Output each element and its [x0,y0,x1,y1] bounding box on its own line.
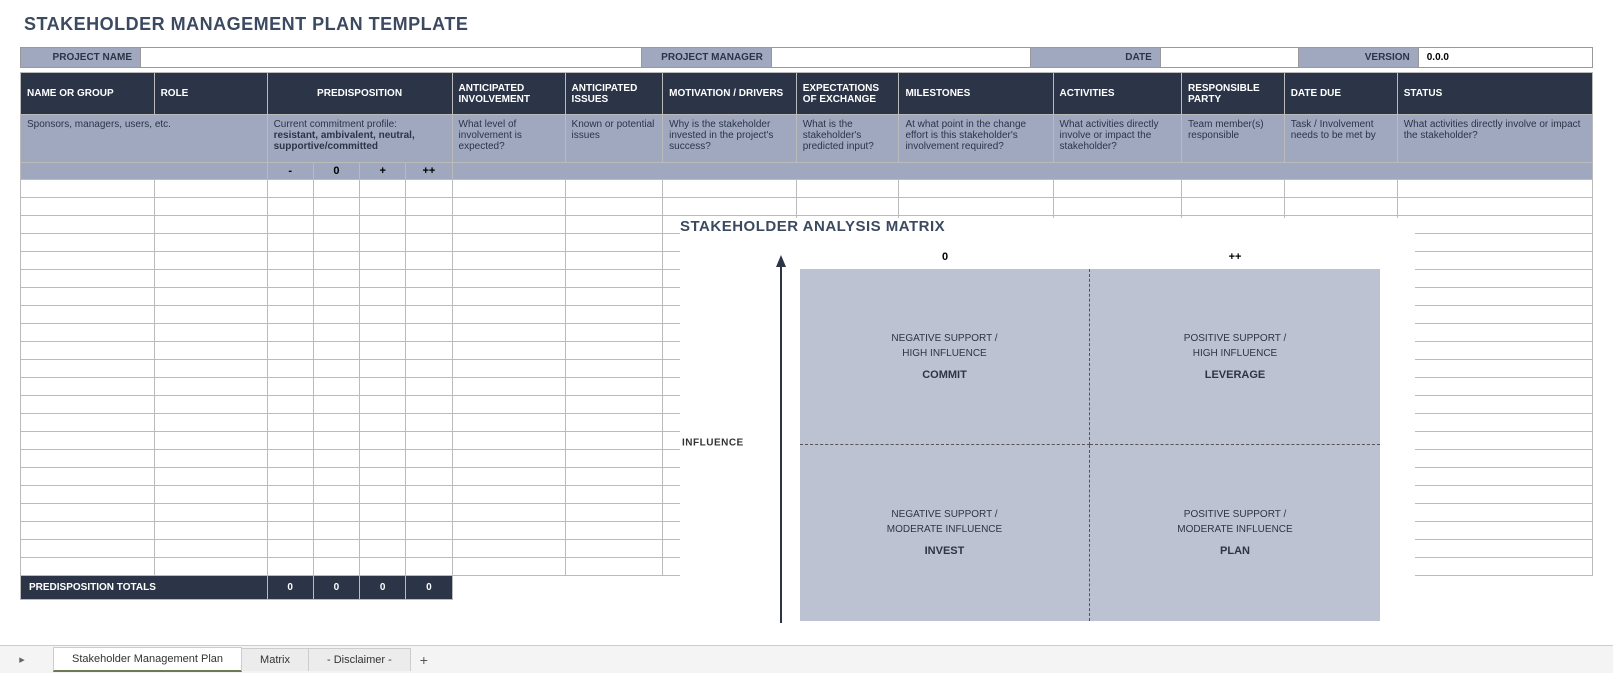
hint-motivation: Why is the stakeholder invested in the p… [663,115,797,163]
total-minus: 0 [267,576,313,600]
project-name-label: PROJECT NAME [21,48,141,67]
header-row: NAME OR GROUP ROLE PREDISPOSITION ANTICI… [21,73,1593,115]
col-expectations: EXPECTATIONS OF EXCHANGE [796,73,899,115]
col-predisposition: PREDISPOSITION [267,73,452,115]
quadrant-plan: POSITIVE SUPPORT / MODERATE INFLUENCE PL… [1090,445,1380,621]
totals-label: PREDISPOSITION TOTALS [21,576,268,600]
predis-minus: - [267,163,313,180]
arrow-up-icon [774,253,788,623]
project-name-value[interactable] [141,48,642,67]
matrix-y-axis-label: INFLUENCE [682,437,744,448]
col-name: NAME OR GROUP [21,73,155,115]
hint-involvement: What level of involvement is expected? [452,115,565,163]
total-zero: 0 [313,576,359,600]
col-motivation: MOTIVATION / DRIVERS [663,73,797,115]
add-sheet-button[interactable]: + [411,647,437,673]
version-value[interactable]: 0.0.0 [1419,48,1592,67]
stakeholder-analysis-matrix: STAKEHOLDER ANALYSIS MATRIX INFLUENCE 0 … [680,218,1415,638]
date-label: DATE [1031,48,1161,67]
matrix-title: STAKEHOLDER ANALYSIS MATRIX [680,218,1415,235]
col-activities: ACTIVITIES [1053,73,1181,115]
sheet-tabs: ▸ Stakeholder Management Plan Matrix - D… [0,645,1613,673]
total-plusplus: 0 [406,576,452,600]
hint-predisposition: Current commitment profile: resistant, a… [267,115,452,163]
hint-milestones: At what point in the change effort is th… [899,115,1053,163]
tab-matrix[interactable]: Matrix [241,648,309,671]
predisposition-subheader: - 0 + ++ [21,163,1593,180]
col-involvement: ANTICIPATED INVOLVEMENT [452,73,565,115]
project-manager-value[interactable] [772,48,1031,67]
page-title: STAKEHOLDER MANAGEMENT PLAN TEMPLATE [0,0,1613,47]
col-milestones: MILESTONES [899,73,1053,115]
col-status: STATUS [1397,73,1592,115]
project-info-row: PROJECT NAME PROJECT MANAGER DATE VERSIO… [20,47,1593,68]
col-issues: ANTICIPATED ISSUES [565,73,663,115]
col-due: DATE DUE [1284,73,1397,115]
matrix-col-plusplus: ++ [1090,251,1380,269]
triangle-right-icon: ▸ [19,653,25,666]
total-plus: 0 [360,576,406,600]
hint-activities: What activities directly involve or impa… [1053,115,1181,163]
predis-plusplus: ++ [406,163,452,180]
hint-name: Sponsors, managers, users, etc. [21,115,268,163]
hint-expectations: What is the stakeholder's predicted inpu… [796,115,899,163]
tab-disclaimer[interactable]: - Disclaimer - [308,648,411,671]
hint-row: Sponsors, managers, users, etc. Current … [21,115,1593,163]
quadrant-invest: NEGATIVE SUPPORT / MODERATE INFLUENCE IN… [800,445,1090,621]
hint-status: What activities directly involve or impa… [1397,115,1592,163]
col-responsible: RESPONSIBLE PARTY [1181,73,1284,115]
table-row[interactable] [21,180,1593,198]
predis-plus: + [360,163,406,180]
col-role: ROLE [154,73,267,115]
plus-icon: + [420,652,428,668]
hint-responsible: Team member(s) responsible [1181,115,1284,163]
tab-stakeholder-plan[interactable]: Stakeholder Management Plan [53,647,242,672]
predis-zero: 0 [313,163,359,180]
quadrant-leverage: POSITIVE SUPPORT / HIGH INFLUENCE LEVERA… [1090,269,1380,445]
matrix-col-zero: 0 [800,251,1090,269]
version-label: VERSION [1299,48,1419,67]
hint-issues: Known or potential issues [565,115,663,163]
quadrant-commit: NEGATIVE SUPPORT / HIGH INFLUENCE COMMIT [800,269,1090,445]
project-manager-label: PROJECT MANAGER [642,48,772,67]
hint-due: Task / Involvement needs to be met by [1284,115,1397,163]
sheet-nav-prev[interactable]: ▸ [10,648,34,672]
table-row[interactable] [21,198,1593,216]
date-value[interactable] [1161,48,1299,67]
